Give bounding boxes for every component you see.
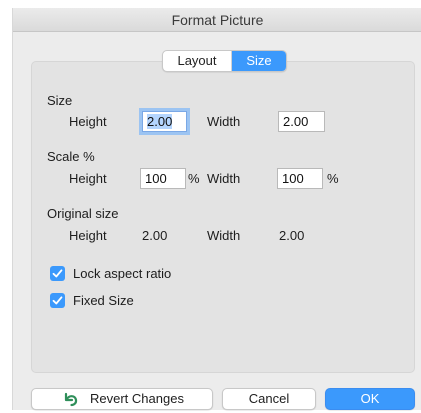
cancel-button[interactable]: Cancel bbox=[222, 388, 316, 410]
size-width-input[interactable]: 2.00 bbox=[278, 111, 325, 132]
checkmark-icon bbox=[52, 269, 63, 278]
fixed-size-label[interactable]: Fixed Size bbox=[73, 293, 134, 308]
size-height-input[interactable]: 2.00 bbox=[142, 111, 187, 132]
scale-width-label: Width bbox=[207, 171, 241, 186]
scale-height-label: Height bbox=[69, 171, 107, 186]
tab-layout[interactable]: Layout bbox=[163, 51, 232, 71]
size-height-value: 2.00 bbox=[147, 114, 173, 129]
scale-height-unit: % bbox=[188, 171, 200, 186]
ok-button[interactable]: OK bbox=[325, 388, 415, 410]
format-picture-dialog: Format Picture Layout Size Size Height 2… bbox=[12, 8, 421, 410]
tab-size[interactable]: Size bbox=[232, 51, 286, 71]
fixed-size-checkbox[interactable] bbox=[50, 293, 65, 308]
original-height-label: Height bbox=[69, 228, 107, 243]
tab-bar: Layout Size bbox=[162, 50, 287, 72]
lock-aspect-label[interactable]: Lock aspect ratio bbox=[73, 266, 171, 281]
original-height-value: 2.00 bbox=[142, 228, 168, 243]
original-width-label: Width bbox=[207, 228, 241, 243]
scale-section-title: Scale % bbox=[47, 149, 95, 164]
scale-width-unit: % bbox=[327, 171, 339, 186]
revert-changes-button[interactable]: Revert Changes bbox=[31, 388, 213, 410]
original-width-value: 2.00 bbox=[279, 228, 305, 243]
checkmark-icon bbox=[52, 296, 63, 305]
dialog-title: Format Picture bbox=[13, 8, 421, 32]
scale-width-input[interactable]: 100 bbox=[277, 168, 323, 189]
lock-aspect-checkbox[interactable] bbox=[50, 266, 65, 281]
size-width-label: Width bbox=[207, 114, 241, 129]
scale-height-input[interactable]: 100 bbox=[140, 168, 186, 189]
size-section-title: Size bbox=[47, 93, 73, 108]
size-height-label: Height bbox=[69, 114, 107, 129]
original-size-title: Original size bbox=[47, 206, 119, 221]
revert-changes-label: Revert Changes bbox=[90, 391, 184, 406]
